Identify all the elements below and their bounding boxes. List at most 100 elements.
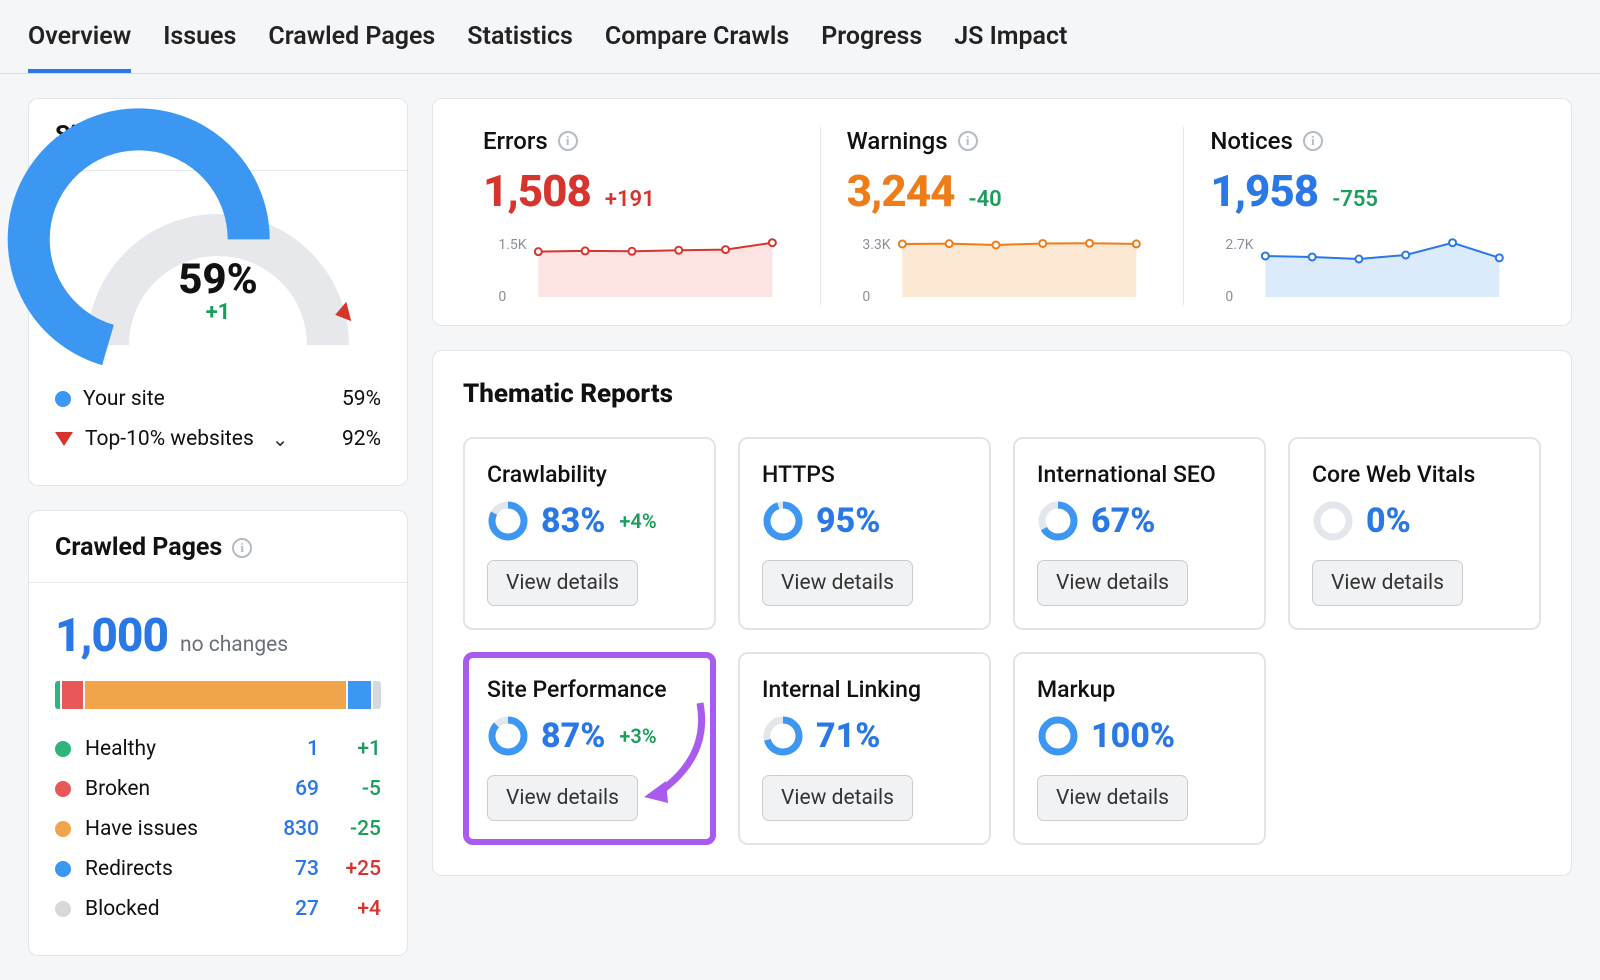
view-details-button[interactable]: View details [762, 560, 913, 606]
crawled-row[interactable]: Blocked 27 +4 [55, 889, 381, 929]
crawled-row-name: Redirects [85, 857, 251, 881]
info-icon[interactable]: i [558, 131, 578, 151]
svg-text:0: 0 [862, 289, 870, 305]
report-title: Markup [1037, 676, 1242, 703]
top10-label: Top-10% websites [85, 427, 254, 451]
notices-block[interactable]: Notices i 1,958 -755 2.7K 0 [1184, 127, 1547, 305]
warnings-value: 3,244 [847, 165, 955, 217]
svg-text:2.7K: 2.7K [1226, 237, 1254, 253]
crawled-row-value: 69 [265, 777, 319, 801]
stack-segment[interactable] [85, 681, 345, 709]
errors-delta: +191 [605, 187, 655, 212]
your-site-value: 59% [342, 387, 381, 411]
site-health-delta: +1 [68, 300, 368, 325]
crawled-row-delta: +4 [333, 897, 381, 921]
stack-segment[interactable] [373, 681, 381, 709]
tab-issues[interactable]: Issues [163, 22, 236, 73]
thematic-reports-card: Thematic Reports Crawlability 83% +4% Vi… [432, 350, 1572, 876]
dot-icon [55, 741, 71, 757]
tab-progress[interactable]: Progress [821, 22, 922, 73]
report-card-markup: Markup 100% View details [1013, 652, 1266, 845]
crawled-row-name: Healthy [85, 737, 251, 761]
view-details-button[interactable]: View details [1037, 775, 1188, 821]
crawled-row[interactable]: Have issues 830 -25 [55, 809, 381, 849]
warnings-block[interactable]: Warnings i 3,244 -40 3.3K 0 [821, 127, 1185, 305]
stack-segment[interactable] [55, 681, 60, 709]
report-title: Internal Linking [762, 676, 967, 703]
report-card-international-seo: International SEO 67% View details [1013, 437, 1266, 630]
report-pct: 67% [1091, 501, 1155, 541]
report-pct: 0% [1366, 501, 1411, 541]
site-health-gauge: 59% +1 [68, 195, 368, 355]
info-icon[interactable]: i [1303, 131, 1323, 151]
crawled-row[interactable]: Broken 69 -5 [55, 769, 381, 809]
view-details-button[interactable]: View details [1037, 560, 1188, 606]
svg-text:1.5K: 1.5K [498, 237, 526, 253]
errors-title: Errors [483, 127, 548, 155]
tab-statistics[interactable]: Statistics [467, 22, 573, 73]
report-delta: +3% [619, 724, 656, 748]
warnings-title: Warnings [847, 127, 948, 155]
info-icon[interactable]: i [958, 131, 978, 151]
report-card-internal-linking: Internal Linking 71% View details [738, 652, 991, 845]
errors-value: 1,508 [483, 165, 591, 217]
crawled-row-value: 73 [265, 857, 319, 881]
report-card-core-web-vitals: Core Web Vitals 0% View details [1288, 437, 1541, 630]
donut-icon [1312, 500, 1354, 542]
top-tabs: Overview Issues Crawled Pages Statistics Com… [0, 0, 1600, 74]
crawled-pages-card: Crawled Pages i 1,000 no changes Healthy… [28, 510, 408, 956]
notices-delta: -755 [1332, 187, 1378, 212]
donut-icon [762, 500, 804, 542]
tab-overview[interactable]: Overview [28, 22, 131, 73]
report-title: HTTPS [762, 461, 967, 488]
crawled-pages-title: Crawled Pages [55, 533, 222, 562]
donut-icon [762, 715, 804, 757]
crawled-row[interactable]: Healthy 1 +1 [55, 729, 381, 769]
legend-your-site: Your site 59% [55, 379, 381, 419]
report-card-crawlability: Crawlability 83% +4% View details [463, 437, 716, 630]
crawled-row-delta: -25 [333, 817, 381, 841]
report-pct: 95% [816, 501, 880, 541]
dot-icon [55, 781, 71, 797]
view-details-button[interactable]: View details [1312, 560, 1463, 606]
errors-sparkline: 1.5K 0 [483, 235, 794, 305]
report-pct: 83% [541, 501, 605, 541]
svg-text:3.3K: 3.3K [862, 237, 890, 253]
tab-compare-crawls[interactable]: Compare Crawls [605, 22, 789, 73]
warnings-sparkline: 3.3K 0 [847, 235, 1158, 305]
crawled-row-name: Broken [85, 777, 251, 801]
donut-icon [1037, 715, 1079, 757]
report-pct: 87% [541, 716, 605, 756]
crawled-count[interactable]: 1,000 [55, 609, 168, 663]
crawled-row-value: 830 [265, 817, 319, 841]
stack-segment[interactable] [348, 681, 371, 709]
crawled-row[interactable]: Redirects 73 +25 [55, 849, 381, 889]
dot-icon [55, 391, 71, 407]
view-details-button[interactable]: View details [762, 775, 913, 821]
stack-segment[interactable] [62, 681, 84, 709]
donut-icon [487, 715, 529, 757]
tab-crawled-pages[interactable]: Crawled Pages [268, 22, 435, 73]
notices-value: 1,958 [1210, 165, 1318, 217]
report-card-https: HTTPS 95% View details [738, 437, 991, 630]
report-title: Site Performance [487, 676, 692, 703]
view-details-button[interactable]: View details [487, 775, 638, 821]
svg-text:0: 0 [498, 289, 506, 305]
errors-block[interactable]: Errors i 1,508 +191 1.5K 0 [457, 127, 821, 305]
dot-icon [55, 821, 71, 837]
report-title: Crawlability [487, 461, 692, 488]
report-pct: 71% [816, 716, 880, 756]
crawled-row-name: Blocked [85, 897, 251, 921]
dot-icon [55, 861, 71, 877]
top10-value: 92% [342, 427, 381, 451]
thematic-reports-title: Thematic Reports [463, 379, 1541, 409]
legend-top10-dropdown[interactable]: Top-10% websites ⌄ 92% [55, 419, 381, 459]
tab-js-impact[interactable]: JS Impact [954, 22, 1067, 73]
report-title: International SEO [1037, 461, 1242, 488]
notices-sparkline: 2.7K 0 [1210, 235, 1521, 305]
info-icon[interactable]: i [232, 538, 252, 558]
warnings-delta: -40 [969, 187, 1002, 212]
view-details-button[interactable]: View details [487, 560, 638, 606]
metrics-card: Errors i 1,508 +191 1.5K 0 Warnings i 3,… [432, 98, 1572, 326]
report-title: Core Web Vitals [1312, 461, 1517, 488]
